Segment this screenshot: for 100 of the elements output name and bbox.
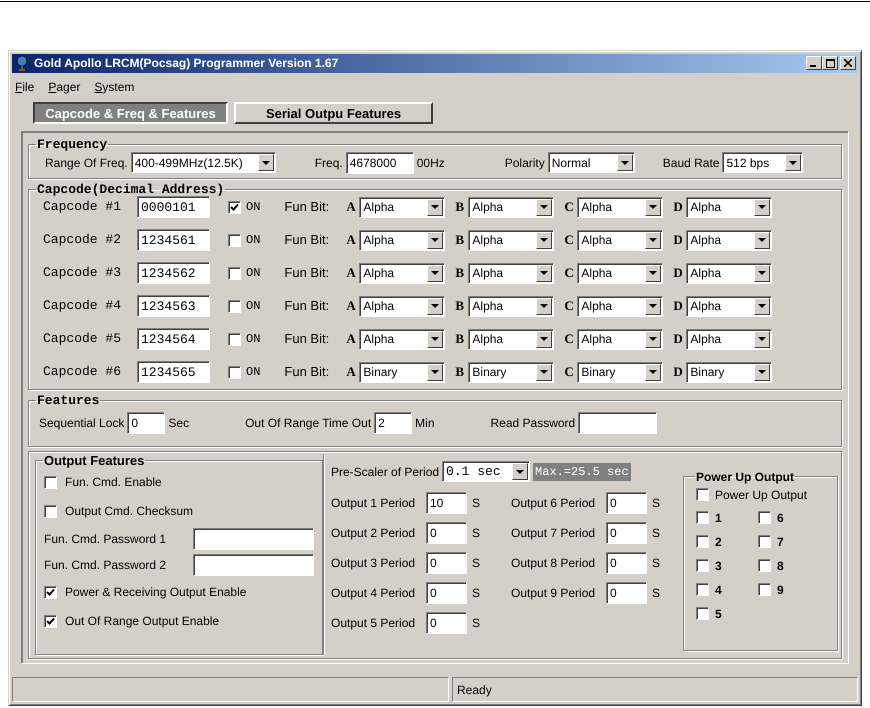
- checkbox[interactable]: [758, 511, 771, 524]
- checkbox[interactable]: [696, 583, 709, 596]
- dropdown[interactable]: Alpha: [468, 328, 554, 350]
- text-field[interactable]: [578, 412, 658, 434]
- dropdown[interactable]: Alpha: [577, 230, 664, 251]
- text-field[interactable]: 1234565: [137, 361, 210, 384]
- globe-icon: [14, 55, 30, 72]
- bit-letter: B: [455, 264, 466, 282]
- on-label: ON: [246, 199, 260, 216]
- caret-icon: [754, 232, 770, 249]
- checkbox[interactable]: [696, 559, 709, 572]
- dropdown[interactable]: Alpha: [577, 262, 664, 284]
- dropdown[interactable]: Binary: [359, 362, 446, 383]
- dropdown[interactable]: Alpha: [359, 328, 446, 350]
- dropdown[interactable]: Alpha: [468, 230, 554, 251]
- checkbox[interactable]: [228, 266, 241, 280]
- unit-label: Min: [415, 414, 434, 432]
- text-field[interactable]: 1234563: [137, 295, 210, 318]
- text-field[interactable]: 10: [426, 492, 467, 514]
- text-field[interactable]: 0: [426, 522, 467, 544]
- text-field[interactable]: 0000101: [137, 196, 210, 218]
- dropdown[interactable]: Alpha: [359, 296, 446, 317]
- field-label: Read Password: [490, 414, 576, 432]
- checkbox-label: 7: [777, 534, 784, 551]
- on-label: ON: [246, 298, 260, 316]
- dropdown[interactable]: Alpha: [686, 196, 772, 218]
- checkbox[interactable]: [696, 607, 709, 620]
- text-field[interactable]: 0: [606, 492, 647, 514]
- checkbox[interactable]: [44, 586, 57, 599]
- bit-letter: C: [564, 264, 575, 282]
- checkbox[interactable]: [758, 583, 771, 596]
- dropdown[interactable]: Normal: [548, 152, 635, 174]
- checkbox[interactable]: [696, 488, 709, 502]
- dropdown[interactable]: 0.1 sec: [442, 461, 530, 482]
- checkbox[interactable]: [228, 234, 241, 247]
- text-field[interactable]: 0: [426, 552, 467, 574]
- checkbox[interactable]: [228, 300, 241, 313]
- caret-icon: [427, 364, 444, 381]
- dropdown[interactable]: Alpha: [686, 328, 772, 350]
- bit-letter: A: [346, 198, 357, 216]
- dropdown[interactable]: Alpha: [686, 230, 772, 251]
- dropdown[interactable]: Alpha: [468, 296, 554, 317]
- text-field[interactable]: 1234562: [137, 262, 210, 284]
- dropdown[interactable]: Alpha: [686, 296, 772, 317]
- text-field[interactable]: 0: [606, 522, 647, 544]
- bit-letter: A: [346, 363, 357, 382]
- text-field[interactable]: [193, 528, 314, 550]
- fun-bit-label: Fun Bit:: [284, 198, 330, 216]
- checkbox[interactable]: [44, 504, 57, 518]
- text-field[interactable]: 1234561: [137, 229, 210, 252]
- text-field[interactable]: 1234564: [137, 328, 210, 350]
- text-field[interactable]: 0: [606, 552, 647, 574]
- checkbox[interactable]: [44, 476, 57, 489]
- checkbox[interactable]: [228, 366, 241, 379]
- bit-letter: A: [346, 330, 357, 348]
- menu-item[interactable]: File: [15, 78, 34, 96]
- dropdown[interactable]: Alpha: [359, 262, 446, 284]
- tab[interactable]: Serial Outpu Features: [234, 102, 433, 124]
- bit-letter: A: [346, 231, 357, 250]
- checkbox[interactable]: [758, 535, 771, 548]
- checkbox-label: Power & Receiving Output Enable: [65, 584, 246, 602]
- dropdown[interactable]: Alpha: [577, 328, 664, 350]
- dropdown[interactable]: Alpha: [468, 262, 554, 284]
- dropdown[interactable]: Alpha: [577, 296, 664, 317]
- dropdown[interactable]: 400-499MHz(12.5K): [130, 152, 276, 174]
- text-field[interactable]: 0: [606, 582, 647, 604]
- dropdown[interactable]: Binary: [468, 362, 554, 383]
- checkbox[interactable]: [758, 559, 771, 572]
- text-field[interactable]: 0: [426, 582, 467, 604]
- text-field[interactable]: [193, 554, 314, 576]
- dropdown[interactable]: 512 bps: [722, 152, 804, 174]
- dropdown[interactable]: Binary: [577, 362, 664, 383]
- dropdown[interactable]: Alpha: [359, 196, 446, 218]
- menu-item[interactable]: System: [94, 78, 134, 96]
- unit-label: S: [652, 524, 660, 542]
- caret-icon: [427, 330, 444, 348]
- text-field[interactable]: 0: [127, 412, 166, 434]
- menu-item[interactable]: Pager: [48, 78, 80, 96]
- text-field[interactable]: 4678000: [346, 152, 414, 174]
- caret-icon: [536, 198, 552, 216]
- bit-letter: D: [673, 231, 684, 250]
- tab[interactable]: Capcode & Freq & Features: [33, 102, 228, 124]
- bit-letter: D: [673, 198, 684, 216]
- checkbox[interactable]: [228, 332, 241, 346]
- dropdown[interactable]: Binary: [686, 362, 772, 383]
- text-field[interactable]: 0: [426, 612, 467, 634]
- checkbox[interactable]: [696, 511, 709, 524]
- checkbox[interactable]: [696, 535, 709, 548]
- checkbox[interactable]: [228, 200, 241, 214]
- minimize-button[interactable]: [806, 56, 822, 70]
- bit-letter: B: [455, 297, 466, 316]
- dropdown[interactable]: Alpha: [359, 230, 446, 251]
- text-field[interactable]: 2: [374, 412, 412, 434]
- dropdown[interactable]: Alpha: [686, 262, 772, 284]
- capcode-label: Capcode #3: [42, 264, 122, 282]
- checkbox[interactable]: [44, 614, 57, 628]
- maximize-button[interactable]: [822, 56, 838, 70]
- close-button[interactable]: [840, 56, 856, 70]
- dropdown[interactable]: Alpha: [468, 196, 554, 218]
- dropdown[interactable]: Alpha: [577, 196, 664, 218]
